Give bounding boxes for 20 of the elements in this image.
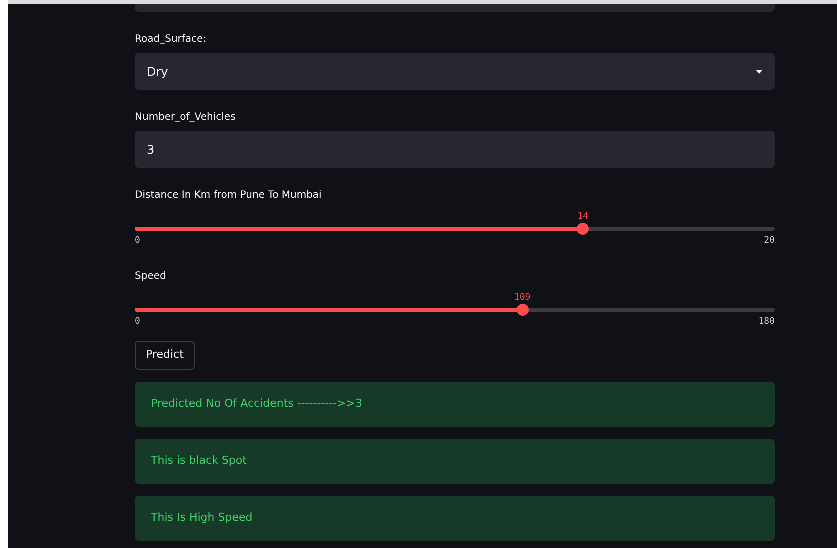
success-alert: This is black Spot [135,438,775,484]
slider-min: 0 [135,235,140,248]
success-alert: Predicted No Of Accidents ---------->>3 [135,382,775,426]
slider-thumb[interactable] [577,223,589,235]
number-field[interactable]: 3 [135,131,775,168]
field-label: Number_of_Vehicles [135,111,236,125]
field-label: Speed [135,270,166,284]
slider-value: 14 [578,211,588,224]
slider-min: 0 [135,316,140,328]
success-alert: This Is High Speed [135,496,775,540]
slider-max: 180 [758,316,775,328]
slider-value: 109 [514,292,531,304]
field-label: Road_Surface: [135,33,207,47]
field-label: Distance In Km from Pune To Mumbai [135,189,322,203]
predict-button[interactable]: Predict [135,341,195,370]
dropdown-field[interactable]: Dry [135,53,775,90]
input-field[interactable] [135,4,775,12]
caret-icon [756,70,763,74]
slider-max: 20 [764,235,775,248]
slider-thumb[interactable] [516,304,529,316]
